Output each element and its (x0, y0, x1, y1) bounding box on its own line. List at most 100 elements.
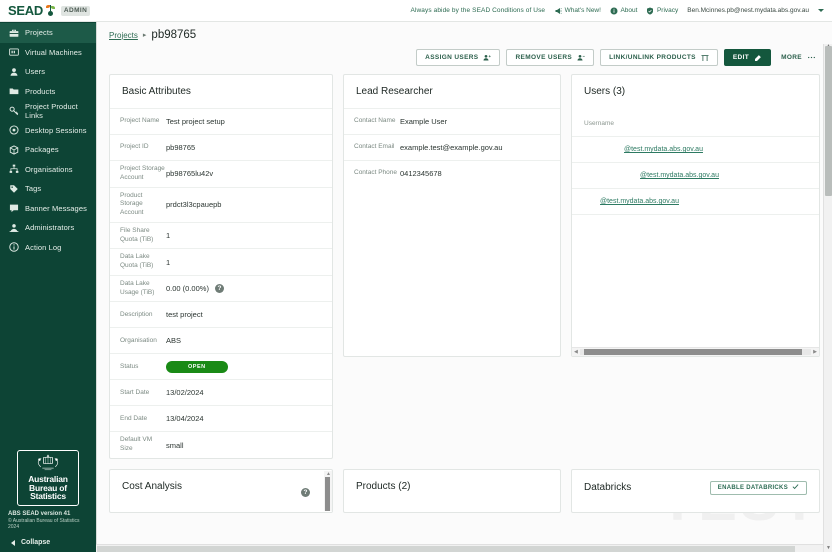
page-horizontal-scrollbar[interactable] (96, 544, 823, 552)
about-link[interactable]: About (610, 7, 638, 15)
users-horizontal-scrollbar[interactable]: ◀ ▶ (572, 347, 819, 356)
shield-icon (646, 7, 654, 15)
sidebar-item-label: Administrators (25, 223, 75, 233)
enable-databricks-button[interactable]: ENABLE DATABRICKS (709, 480, 807, 495)
scroll-thumb[interactable] (825, 46, 832, 196)
app-logo[interactable]: SEAD ADMIN (0, 3, 96, 18)
attribute-row: Product Storage Account prdct3l3cpauepb (110, 186, 332, 222)
attribute-row: Project ID pb98765 (110, 134, 332, 160)
scroll-thumb[interactable] (325, 476, 330, 511)
databricks-header: Databricks ENABLE DATABRICKS (572, 470, 819, 506)
sidebar-item-action-log[interactable]: Action Log (0, 238, 96, 258)
info-circle-icon (9, 242, 19, 252)
attribute-value: small (166, 440, 184, 450)
breadcrumb-parent-link[interactable]: Projects (109, 31, 138, 40)
sidebar-item-banner-messages[interactable]: Banner Messages (0, 199, 96, 219)
target-icon (9, 125, 19, 135)
cost-analysis-vertical-scrollbar[interactable]: ▲ (324, 470, 332, 511)
about-label: About (620, 7, 638, 14)
sidebar-item-tags[interactable]: Tags (0, 179, 96, 199)
more-label: MORE (781, 54, 802, 61)
message-icon (9, 203, 19, 213)
key-icon (9, 106, 19, 116)
edit-button[interactable]: EDIT (723, 49, 772, 66)
scroll-down-icon[interactable]: ▼ (826, 545, 831, 551)
user-username-link[interactable]: @test.mydata.abs.gov.au (640, 172, 719, 179)
remove-users-label: REMOVE USERS (515, 54, 573, 61)
databricks-card: Databricks ENABLE DATABRICKS (571, 468, 820, 513)
table-row[interactable]: @test.mydata.abs.gov.au (572, 188, 819, 214)
attribute-row: Organisation ABS (110, 327, 332, 353)
scroll-right-icon[interactable]: ▶ (813, 349, 817, 355)
table-row[interactable]: @test.mydata.abs.gov.au (572, 162, 819, 188)
sidebar-item-label: Virtual Machines (25, 47, 82, 57)
sidebar-item-label: Banner Messages (25, 203, 87, 213)
sidebar-item-virtual-machines[interactable]: Virtual Machines (0, 43, 96, 63)
sidebar-item-packages[interactable]: Packages (0, 140, 96, 160)
sidebar-item-label: Products (25, 86, 56, 96)
collapse-sidebar-button[interactable]: Collapse (8, 539, 88, 546)
attribute-row: Data Lake Usage (TiB) 0.00 (0.00%) ? (110, 274, 332, 302)
sidebar-item-project-product-links[interactable]: Project Product Links (0, 101, 96, 121)
sidebar-item-organisations[interactable]: Organisations (0, 160, 96, 180)
application-window: SEAD ADMIN Always abide by the SEAD Cond… (0, 0, 832, 552)
user-account-email[interactable]: Ben.Mcinnes.pb@nest.mydata.abs.gov.au (687, 7, 809, 14)
more-button[interactable]: MORE (777, 49, 820, 66)
briefcase-icon (9, 28, 19, 38)
leaf-icon (45, 5, 55, 16)
assign-users-button[interactable]: ASSIGN USERS (416, 49, 501, 66)
cost-analysis-card: Cost Analysis ? ▲ (109, 468, 333, 513)
products-card-title: Products (2) (356, 480, 411, 492)
attribute-value: pb98765 (166, 143, 196, 152)
contact-row: Contact Email example.test@example.gov.a… (344, 134, 560, 160)
attribute-key: Project ID (120, 143, 149, 151)
help-icon[interactable]: ? (301, 487, 310, 497)
sidebar-item-administrators[interactable]: Administrators (0, 218, 96, 238)
attribute-row: End Date 13/04/2024 (110, 405, 332, 431)
remove-users-button[interactable]: REMOVE USERS (506, 49, 595, 66)
top-bar: SEAD ADMIN Always abide by the SEAD Cond… (0, 0, 832, 22)
scroll-track[interactable] (579, 349, 812, 355)
chevron-down-icon[interactable] (818, 9, 824, 12)
abs-logo-text: Australian Bureau of Statistics (28, 475, 68, 501)
cost-analysis-title: Cost Analysis (122, 480, 183, 492)
enable-databricks-label: ENABLE DATABRICKS (717, 484, 788, 491)
sidebar-nav: Projects Virtual Machines Users Products (0, 22, 96, 257)
attribute-key: Start Date (120, 388, 150, 396)
attribute-key: Status (120, 362, 139, 370)
check-icon (792, 483, 799, 492)
megaphone-icon (554, 7, 562, 15)
info-icon (610, 7, 618, 15)
privacy-link[interactable]: Privacy (646, 7, 678, 15)
table-row[interactable]: @test.mydata.abs.gov.au (572, 136, 819, 162)
user-username-link[interactable]: @test.mydata.abs.gov.au (600, 198, 679, 205)
sidebar-item-products[interactable]: Products (0, 82, 96, 102)
attribute-row: Project Storage Account pb98765lu42v (110, 160, 332, 187)
ellipsis-icon (807, 53, 816, 62)
contact-value: example.test@example.gov.au (400, 143, 503, 152)
user-username-link[interactable]: @test.mydata.abs.gov.au (624, 146, 703, 153)
help-icon[interactable]: ? (214, 284, 224, 294)
whats-new-link[interactable]: What's New! (554, 7, 601, 15)
attribute-row: Data Lake Quota (TiB) 1 (110, 248, 332, 275)
breadcrumb-separator-icon: ▸ (142, 32, 147, 39)
scroll-left-icon[interactable]: ◀ (574, 349, 578, 355)
abs-line-3: Statistics (30, 491, 66, 502)
contact-value: 0412345678 (400, 169, 442, 178)
link-unlink-products-button[interactable]: LINK/UNLINK PRODUCTS (600, 49, 718, 66)
sidebar: Projects Virtual Machines Users Products (0, 22, 96, 552)
sidebar-item-label: Projects (25, 28, 53, 38)
attribute-row: Default VM Size small (110, 431, 332, 458)
scroll-thumb[interactable] (584, 349, 802, 355)
scroll-thumb[interactable] (97, 546, 795, 552)
sidebar-item-desktop-sessions[interactable]: Desktop Sessions (0, 121, 96, 141)
page-vertical-scrollbar[interactable]: ▲ ▼ (823, 43, 832, 552)
databricks-card-title: Databricks (584, 482, 632, 494)
attribute-value: 1 (166, 257, 171, 267)
attribute-key: Project Storage Account (120, 165, 165, 181)
attribute-key: Data Lake Usage (TiB) (120, 279, 155, 296)
logo-text: SEAD (8, 3, 43, 18)
sidebar-item-projects[interactable]: Projects (0, 23, 96, 43)
sidebar-item-users[interactable]: Users (0, 62, 96, 82)
whats-new-label: What's New! (564, 7, 601, 14)
